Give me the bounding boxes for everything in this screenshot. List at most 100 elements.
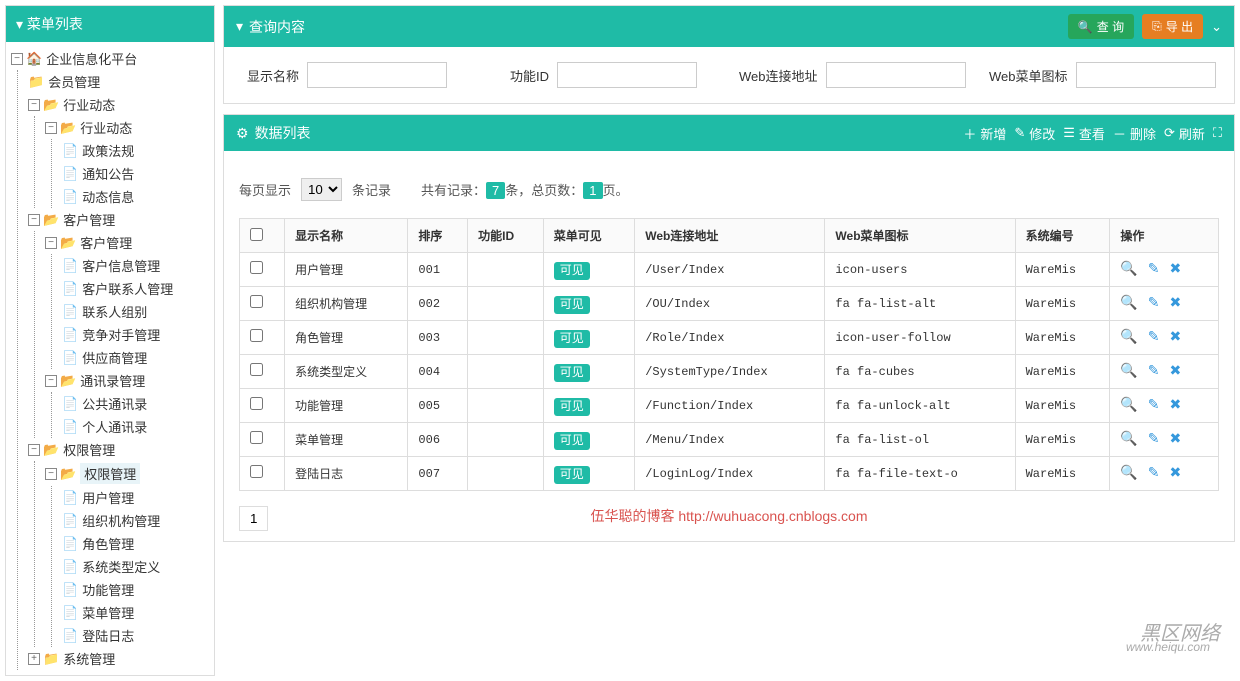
col-header[interactable]: Web连接地址 [635, 219, 825, 253]
row-edit-icon[interactable]: ✎ [1148, 431, 1160, 448]
tree-leaf[interactable]: 📄菜单管理 [62, 601, 209, 624]
tree-leaf[interactable]: 📄政策法规 [62, 139, 209, 162]
row-checkbox[interactable] [250, 261, 263, 274]
tree-node[interactable]: +📁系统管理 [28, 647, 209, 670]
field-label: Web连接地址 [739, 66, 818, 85]
row-checkbox[interactable] [250, 363, 263, 376]
row-view-icon[interactable]: 🔍 [1120, 465, 1137, 482]
row-checkbox[interactable] [250, 431, 263, 444]
tree-leaf[interactable]: 📄组织机构管理 [62, 509, 209, 532]
row-view-icon[interactable]: 🔍 [1120, 431, 1137, 448]
row-delete-icon[interactable]: ✖ [1169, 261, 1181, 278]
col-header[interactable]: 排序 [408, 219, 468, 253]
web-url-input[interactable] [826, 62, 966, 88]
row-delete-icon[interactable]: ✖ [1169, 295, 1181, 312]
row-checkbox[interactable] [250, 397, 263, 410]
row-delete-icon[interactable]: ✖ [1169, 465, 1181, 482]
cell-order: 007 [408, 457, 468, 491]
tree-leaf[interactable]: 📄客户信息管理 [62, 254, 209, 277]
tree-leaf[interactable]: 📄联系人组别 [62, 300, 209, 323]
row-edit-icon[interactable]: ✎ [1148, 329, 1160, 346]
row-checkbox[interactable] [250, 295, 263, 308]
collapse-icon[interactable]: − [45, 237, 57, 249]
add-button[interactable]: ＋新增 [963, 124, 1006, 143]
tree-leaf[interactable]: 📄功能管理 [62, 578, 209, 601]
col-header[interactable]: 菜单可见 [543, 219, 635, 253]
row-edit-icon[interactable]: ✎ [1148, 465, 1160, 482]
cell-url: /OU/Index [635, 287, 825, 321]
cell-url: /Role/Index [635, 321, 825, 355]
tree-node-selected[interactable]: −📂权限管理 [45, 461, 209, 486]
row-checkbox[interactable] [250, 465, 263, 478]
row-delete-icon[interactable]: ✖ [1169, 397, 1181, 414]
row-delete-icon[interactable]: ✖ [1169, 329, 1181, 346]
tree-node[interactable]: −📂行业动态 [28, 93, 209, 116]
col-header[interactable]: 系统编号 [1015, 219, 1110, 253]
visible-badge: 可见 [554, 398, 590, 416]
row-view-icon[interactable]: 🔍 [1120, 329, 1137, 346]
row-edit-icon[interactable]: ✎ [1148, 295, 1160, 312]
page-size-select[interactable]: 10 [301, 178, 342, 201]
search-button[interactable]: 🔍查 询 [1068, 14, 1134, 39]
row-view-icon[interactable]: 🔍 [1120, 363, 1137, 380]
delete-button[interactable]: －删除 [1113, 124, 1156, 143]
fullscreen-button[interactable]: ⛶ [1213, 125, 1222, 141]
list-icon: ☰ [1063, 125, 1075, 141]
tree-leaf[interactable]: 📄供应商管理 [62, 346, 209, 369]
function-id-input[interactable] [557, 62, 697, 88]
edit-button[interactable]: ✎修改 [1014, 124, 1055, 143]
row-edit-icon[interactable]: ✎ [1148, 363, 1160, 380]
row-view-icon[interactable]: 🔍 [1120, 261, 1137, 278]
cell-sys: WareMis [1015, 423, 1110, 457]
row-view-icon[interactable]: 🔍 [1120, 397, 1137, 414]
chevron-down-icon[interactable]: ⌄ [1211, 19, 1222, 35]
refresh-button[interactable]: ⟳刷新 [1164, 124, 1205, 143]
collapse-icon[interactable]: − [45, 375, 57, 387]
field-label: 功能ID [489, 66, 549, 85]
tree-node[interactable]: −📂客户管理 [45, 231, 209, 254]
cell-name: 系统类型定义 [285, 355, 408, 389]
tree-node[interactable]: −📂通讯录管理 [45, 369, 209, 392]
collapse-icon[interactable]: − [45, 468, 57, 480]
row-delete-icon[interactable]: ✖ [1169, 363, 1181, 380]
expand-icon[interactable]: + [28, 653, 40, 665]
row-view-icon[interactable]: 🔍 [1120, 295, 1137, 312]
display-name-input[interactable] [307, 62, 447, 88]
export-button[interactable]: ⎘导 出 [1142, 14, 1203, 39]
collapse-icon[interactable]: − [11, 53, 23, 65]
cell-order: 005 [408, 389, 468, 423]
row-edit-icon[interactable]: ✎ [1148, 261, 1160, 278]
tree-node[interactable]: 📁会员管理 [28, 70, 209, 93]
col-header[interactable]: 显示名称 [285, 219, 408, 253]
tree-node[interactable]: −📂权限管理 [28, 438, 209, 461]
col-header[interactable]: Web菜单图标 [825, 219, 1015, 253]
web-icon-input[interactable] [1076, 62, 1216, 88]
tree-leaf[interactable]: 📄个人通讯录 [62, 415, 209, 438]
col-header[interactable]: 操作 [1110, 219, 1219, 253]
tree-leaf[interactable]: 📄动态信息 [62, 185, 209, 208]
search-icon: 🔍 [1078, 20, 1093, 34]
row-edit-icon[interactable]: ✎ [1148, 397, 1160, 414]
tree-leaf[interactable]: 📄角色管理 [62, 532, 209, 555]
tree-node[interactable]: −📂客户管理 [28, 208, 209, 231]
view-button[interactable]: ☰查看 [1063, 124, 1105, 143]
tree-root[interactable]: −🏠企业信息化平台 [11, 47, 209, 70]
tree-leaf[interactable]: 📄用户管理 [62, 486, 209, 509]
tree-leaf[interactable]: 📄竞争对手管理 [62, 323, 209, 346]
tree-leaf[interactable]: 📄公共通讯录 [62, 392, 209, 415]
tree-leaf[interactable]: 📄登陆日志 [62, 624, 209, 647]
tree-leaf[interactable]: 📄系统类型定义 [62, 555, 209, 578]
select-all-checkbox[interactable] [250, 228, 263, 241]
collapse-icon[interactable]: − [28, 444, 40, 456]
tree-leaf[interactable]: 📄通知公告 [62, 162, 209, 185]
row-checkbox[interactable] [250, 329, 263, 342]
col-header[interactable]: 功能ID [468, 219, 544, 253]
row-delete-icon[interactable]: ✖ [1169, 431, 1181, 448]
tree-leaf[interactable]: 📄客户联系人管理 [62, 277, 209, 300]
tree-node[interactable]: −📂行业动态 [45, 116, 209, 139]
collapse-icon[interactable]: − [28, 214, 40, 226]
collapse-icon[interactable]: − [45, 122, 57, 134]
collapse-icon[interactable]: − [28, 99, 40, 111]
cell-sys: WareMis [1015, 253, 1110, 287]
page-1-button[interactable]: 1 [239, 506, 268, 531]
